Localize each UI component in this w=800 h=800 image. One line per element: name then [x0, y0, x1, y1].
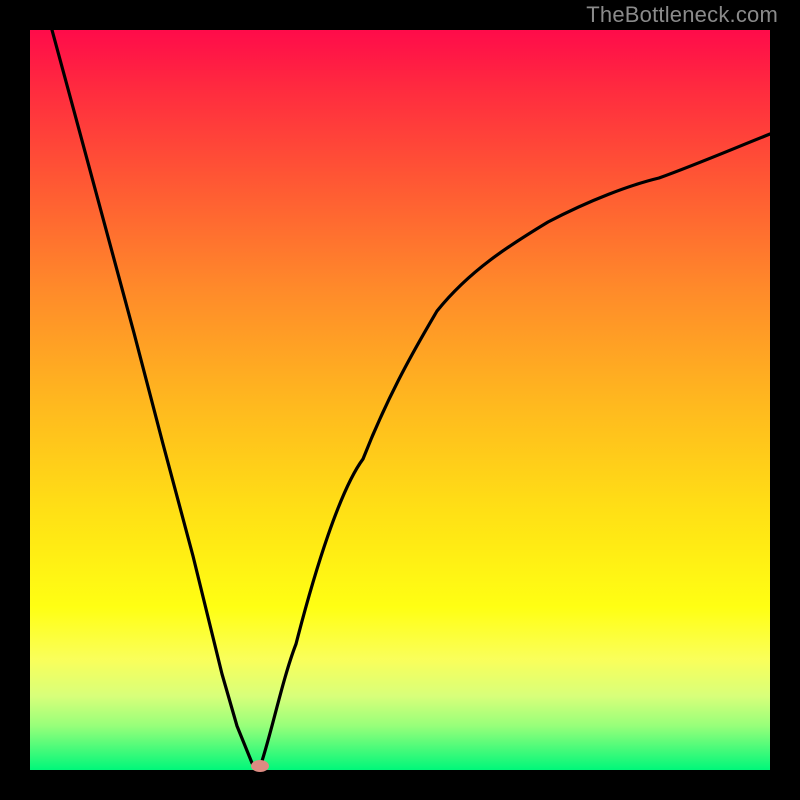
optimal-point-marker	[251, 760, 269, 772]
watermark-text: TheBottleneck.com	[586, 2, 778, 28]
curve-left-branch	[52, 30, 259, 770]
chart-curve	[30, 30, 770, 770]
chart-frame: TheBottleneck.com	[0, 0, 800, 800]
curve-right-branch	[259, 134, 770, 770]
